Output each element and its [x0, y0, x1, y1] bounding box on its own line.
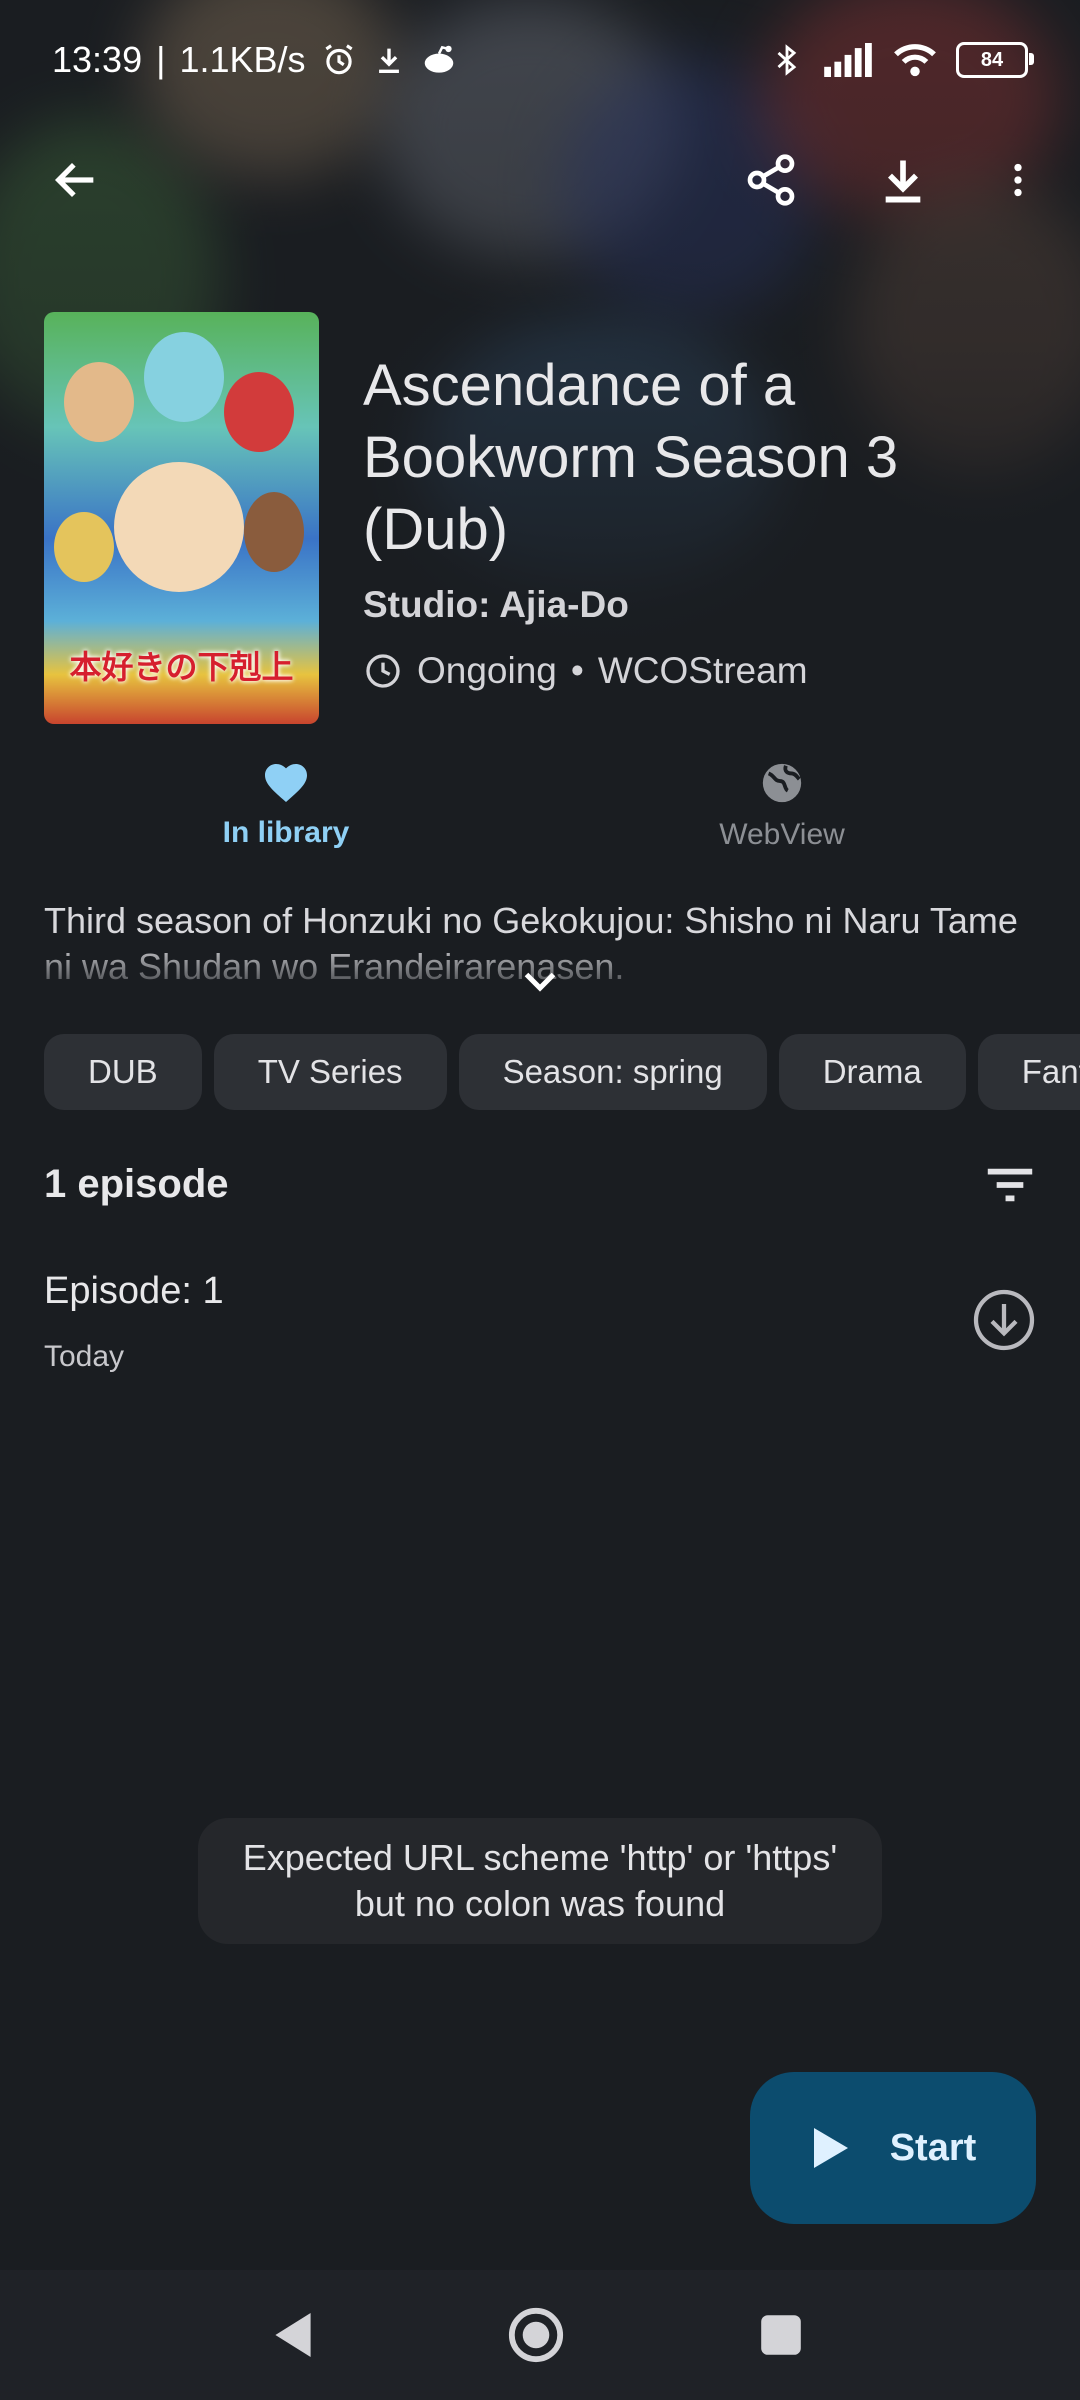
download-circle-icon — [973, 1289, 1035, 1351]
webview-label: WebView — [719, 818, 845, 851]
share-button[interactable] — [721, 130, 821, 230]
battery-level: 84 — [980, 48, 1004, 71]
start-button[interactable]: Start — [750, 2072, 1036, 2224]
top-app-bar — [0, 130, 1080, 230]
nav-home-icon — [508, 2307, 564, 2363]
back-arrow-icon — [54, 162, 94, 198]
status-bullet: • — [570, 650, 584, 691]
webview-button[interactable]: WebView — [582, 760, 982, 880]
episode-title: Episode: 1 — [44, 1270, 224, 1312]
genre-chip[interactable]: DUB — [44, 1034, 202, 1110]
cover-image[interactable]: 本好きの下剋上 — [44, 312, 319, 724]
episode-count-header: 1 episode — [44, 1162, 229, 1206]
alarm-icon — [324, 44, 353, 75]
network-speed: 1.1KB/s — [179, 39, 306, 80]
nav-back-button[interactable] — [243, 2290, 343, 2380]
share-icon — [747, 154, 795, 206]
more-options-button[interactable] — [968, 130, 1068, 230]
genre-chips: DUB TV Series Season: spring Drama Fanta… — [44, 1034, 1080, 1110]
nav-home-button[interactable] — [486, 2290, 586, 2380]
toast-message: Expected URL scheme 'http' or 'https' bu… — [198, 1818, 882, 1944]
genre-chip[interactable]: Fantasy — [977, 1034, 1080, 1110]
clock-icon — [366, 654, 400, 688]
play-icon — [813, 2128, 848, 2168]
chevron-down-icon — [524, 972, 556, 992]
status-bar: 13:39 | 1.1KB/s 84 — [0, 0, 1080, 120]
back-button[interactable] — [26, 130, 126, 230]
status-separator: | — [156, 39, 166, 80]
expand-description-button[interactable] — [514, 960, 566, 1004]
status-line: Ongoing • WCOStream — [363, 650, 808, 692]
clock: 13:39 — [52, 39, 143, 80]
episode-row[interactable]: Episode: 1 Today — [0, 1250, 1080, 1390]
download-button[interactable] — [853, 130, 953, 230]
studio-label: Studio: Ajia-Do — [363, 584, 629, 625]
more-vert-icon — [1014, 163, 1022, 197]
in-library-label: In library — [222, 816, 350, 849]
status-text: Ongoing — [417, 650, 557, 691]
heart-icon — [265, 764, 307, 802]
download-icon — [378, 48, 399, 74]
signal-icon — [824, 43, 872, 77]
genre-chip[interactable]: Season: spring — [458, 1034, 767, 1110]
anime-title: Ascendance of a Bookworm Season 3 (Dub) — [363, 353, 899, 562]
globe-icon — [762, 763, 802, 803]
system-nav-bar — [0, 2270, 1080, 2400]
nav-recents-button[interactable] — [731, 2290, 831, 2380]
nav-recents-icon — [761, 2315, 801, 2355]
start-label: Start — [889, 2126, 977, 2169]
download-icon — [885, 160, 921, 203]
filter-button[interactable] — [970, 1150, 1050, 1220]
battery-icon: 84 — [956, 42, 1034, 78]
reddit-icon — [424, 45, 453, 73]
bluetooth-icon — [777, 44, 797, 76]
episode-download-button[interactable] — [964, 1280, 1044, 1360]
episode-date: Today — [44, 1340, 125, 1373]
wifi-icon — [894, 44, 936, 77]
nav-back-icon — [275, 2313, 311, 2357]
source-text: WCOStream — [597, 650, 808, 691]
cover-title: 本好きの下剋上 — [69, 648, 294, 686]
genre-chip[interactable]: Drama — [778, 1034, 966, 1110]
in-library-button[interactable]: In library — [86, 760, 486, 880]
filter-list-icon — [987, 1168, 1033, 1202]
genre-chip[interactable]: TV Series — [213, 1034, 447, 1110]
